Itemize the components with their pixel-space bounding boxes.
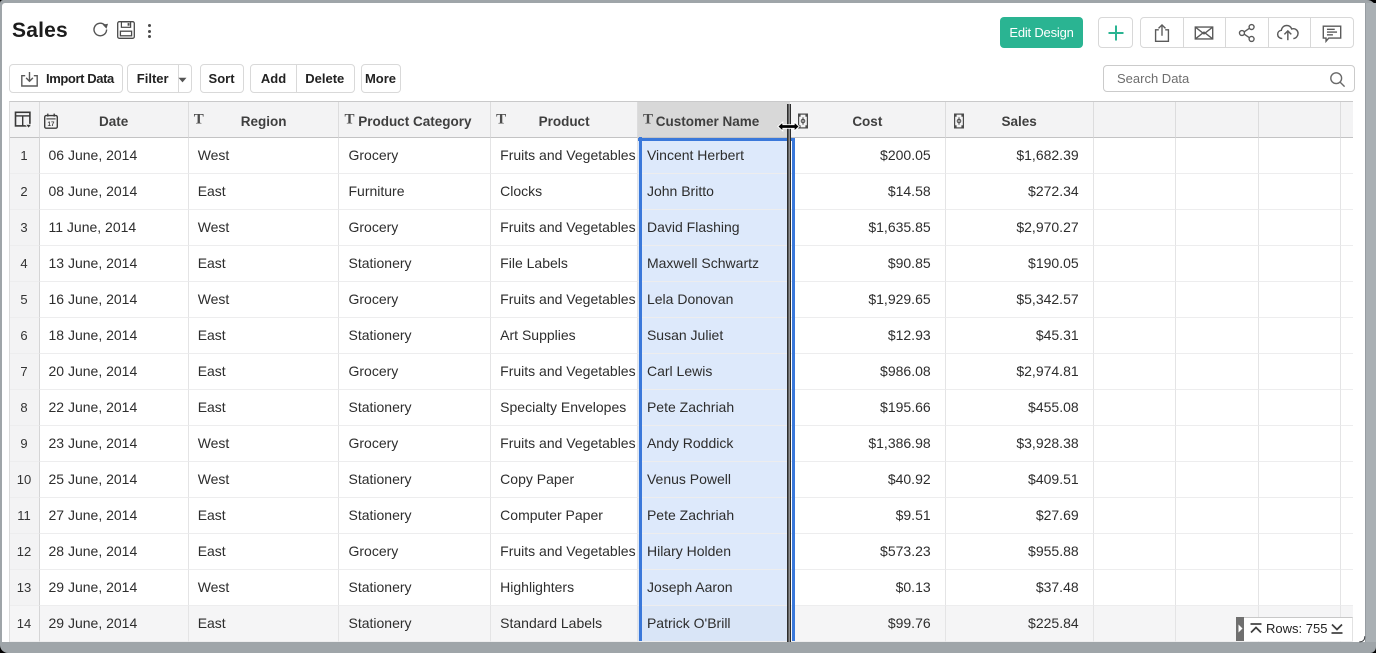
svg-text:17: 17 [47, 121, 54, 128]
